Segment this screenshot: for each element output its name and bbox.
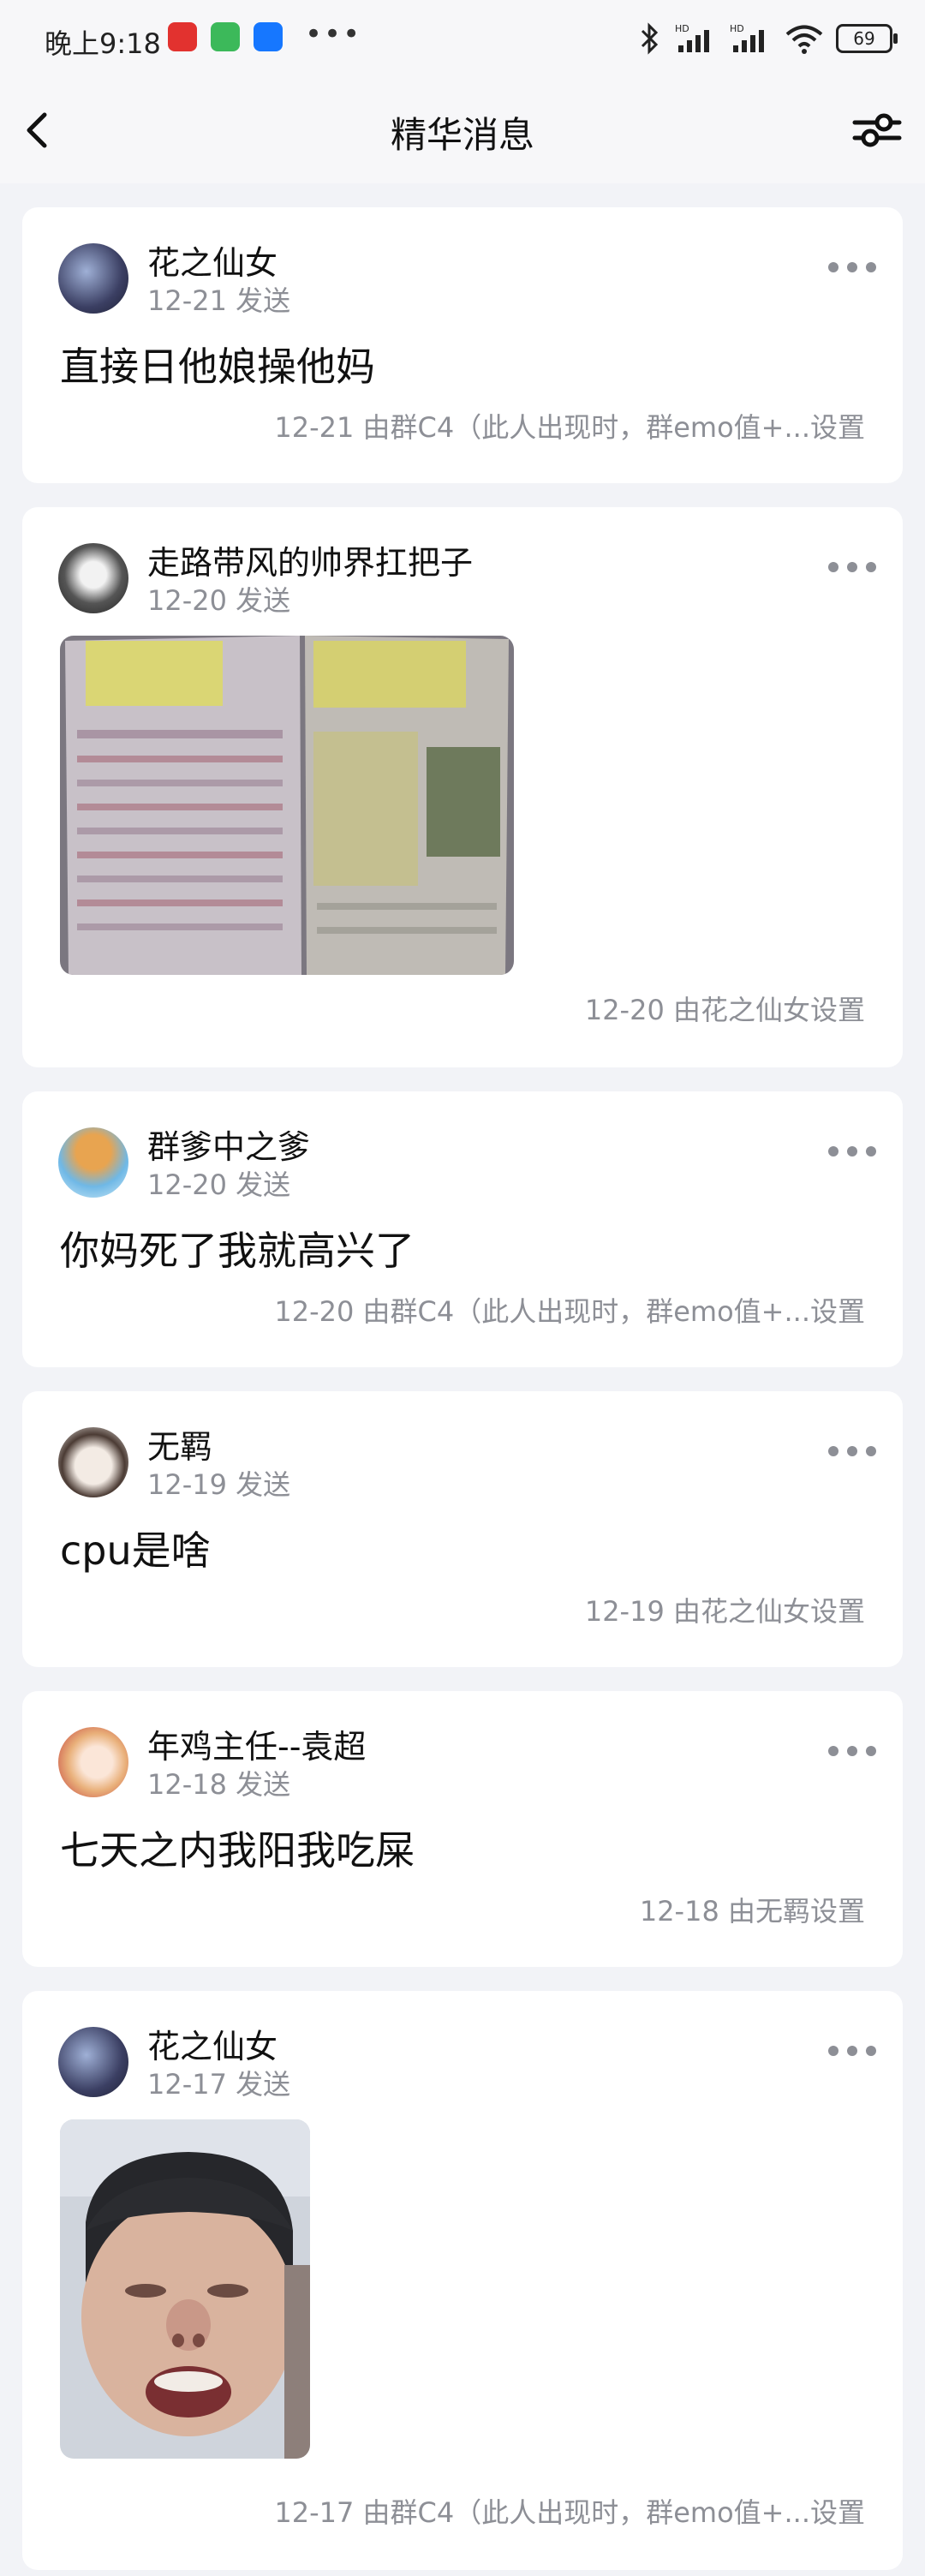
username[interactable]: 年鸡主任--袁超	[147, 1720, 366, 1767]
set-by-info: 12-19 由花之仙女设置	[584, 1595, 865, 1628]
send-time: 12-17 发送	[147, 2068, 291, 2101]
nav-bar: 精华消息	[0, 77, 925, 183]
set-by-info: 12-18 由无羁设置	[639, 1895, 865, 1928]
wifi-icon	[785, 25, 823, 54]
set-by-info: 12-17 由群C4（此人出现时，群emo值+...设置	[274, 2496, 865, 2529]
signal-icon-1: HD	[675, 23, 709, 52]
message-content: 你妈死了我就高兴了	[60, 1228, 415, 1274]
status-bar: 晚上9:18 ••• HD HD 69	[0, 0, 925, 77]
message-image[interactable]	[60, 2119, 310, 2459]
alipay-icon	[254, 22, 283, 51]
more-options-icon[interactable]	[826, 257, 879, 278]
more-options-icon[interactable]	[826, 557, 879, 577]
more-options-icon[interactable]	[826, 1141, 879, 1162]
svg-text:HD: HD	[675, 23, 689, 34]
more-options-icon[interactable]	[826, 1441, 879, 1461]
status-time: 晚上9:18	[45, 27, 161, 60]
essence-message-card[interactable]: 花之仙女 12-21 发送 直接日他娘操他妈 12-21 由群C4（此人出现时，…	[22, 207, 903, 483]
set-by-info: 12-21 由群C4（此人出现时，群emo值+...设置	[274, 411, 865, 444]
filter-settings-icon[interactable]	[850, 103, 904, 158]
page-title: 精华消息	[390, 114, 534, 156]
message-content: cpu是啥	[60, 1527, 211, 1574]
send-time: 12-20 发送	[147, 584, 291, 617]
essence-message-card[interactable]: 走路带风的帅界扛把子 12-20 发送 12-20 由花之仙女设置	[22, 507, 903, 1067]
set-by-info: 12-20 由花之仙女设置	[584, 994, 865, 1026]
message-content: 直接日他娘操他妈	[60, 344, 375, 390]
avatar[interactable]	[58, 1427, 128, 1497]
avatar[interactable]	[58, 543, 128, 613]
signal-icon-2: HD	[730, 23, 764, 52]
avatar[interactable]	[58, 2027, 128, 2097]
message-content: 七天之内我阳我吃屎	[60, 1827, 415, 1874]
svg-text:HD: HD	[730, 23, 744, 34]
more-options-icon[interactable]	[826, 1741, 879, 1761]
username[interactable]: 走路带风的帅界扛把子	[147, 536, 473, 583]
download-icon	[211, 22, 240, 51]
username[interactable]: 群爹中之爹	[147, 1121, 310, 1168]
netease-music-icon	[168, 22, 197, 51]
essence-message-card[interactable]: 无羁 12-19 发送 cpu是啥 12-19 由花之仙女设置	[22, 1391, 903, 1667]
send-time: 12-20 发送	[147, 1168, 291, 1201]
username[interactable]: 花之仙女	[147, 2020, 278, 2067]
more-options-icon[interactable]	[826, 2041, 879, 2061]
username[interactable]: 无羁	[147, 1420, 212, 1467]
avatar[interactable]	[58, 1127, 128, 1198]
send-time: 12-19 发送	[147, 1468, 291, 1501]
battery-icon: 69	[836, 24, 898, 53]
set-by-info: 12-20 由群C4（此人出现时，群emo值+...设置	[274, 1295, 865, 1328]
message-image[interactable]	[60, 636, 514, 975]
bluetooth-icon	[641, 22, 659, 55]
essence-message-card[interactable]: 年鸡主任--袁超 12-18 发送 七天之内我阳我吃屎 12-18 由无羁设置	[22, 1691, 903, 1967]
avatar[interactable]	[58, 1727, 128, 1797]
send-time: 12-18 发送	[147, 1768, 291, 1801]
essence-message-card[interactable]: 花之仙女 12-17 发送 12-17 由群C4（此人出现时，群emo值+...…	[22, 1991, 903, 2570]
essence-message-card[interactable]: 群爹中之爹 12-20 发送 你妈死了我就高兴了 12-20 由群C4（此人出现…	[22, 1091, 903, 1367]
send-time: 12-21 发送	[147, 284, 291, 317]
more-notifications-icon: •••	[305, 17, 362, 51]
avatar[interactable]	[58, 243, 128, 314]
username[interactable]: 花之仙女	[147, 236, 278, 284]
